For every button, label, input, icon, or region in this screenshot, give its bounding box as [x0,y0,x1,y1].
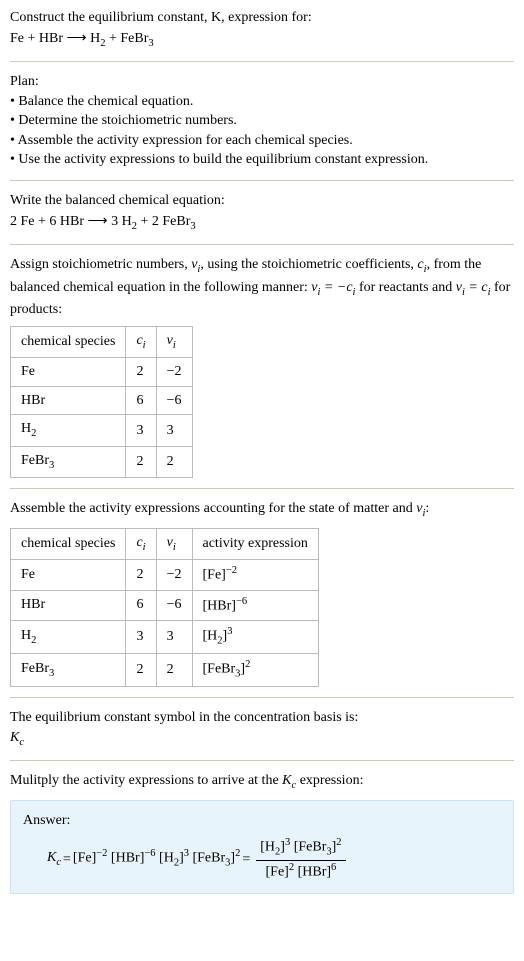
kc-symbol: Kc [10,728,514,750]
table-row: FeBr3 2 2 [11,446,193,477]
multiply-block: Mulitply the activity expressions to arr… [10,771,514,893]
intro-line1: Construct the equilibrium constant, K, e… [10,8,514,28]
cell-nu: −2 [156,560,192,590]
assign-block: Assign stoichiometric numbers, νi, using… [10,255,514,478]
col-c: ci [126,528,156,559]
cell-species: HBr [11,386,126,415]
symbol-block: The equilibrium constant symbol in the c… [10,708,514,750]
intro-equation: Fe + HBr ⟶ H2 + FeBr3 [10,28,514,51]
cell-c: 2 [126,653,156,686]
divider [10,697,514,698]
cell-nu: 3 [156,415,192,446]
col-species: chemical species [11,326,126,357]
cell-c: 6 [126,590,156,620]
col-nu: νi [156,528,192,559]
cell-species: FeBr3 [11,446,126,477]
assemble-text: : [425,501,429,516]
cell-nu: −2 [156,358,192,387]
assemble-text: Assemble the activity expressions accoun… [10,501,416,516]
divider [10,244,514,245]
relation: νi = −ci [311,280,355,295]
flat-expression: [Fe]−2 [HBr]−6 [H2]3 [FeBr3]2 [73,847,240,871]
denominator: [Fe]2 [HBr]6 [262,861,341,882]
relation: νi = ci [456,280,491,295]
cell-species: FeBr3 [11,653,126,686]
cell-species: H2 [11,620,126,653]
cell-species: HBr [11,590,126,620]
plan-item: • Determine the stoichiometric numbers. [10,111,514,131]
plan-item: • Assemble the activity expression for e… [10,131,514,151]
assign-text: , using the stoichiometric coefficients, [200,257,417,272]
cell-c: 2 [126,560,156,590]
table-row: Fe 2 −2 [Fe]−2 [11,560,319,590]
kc-symbol: Kc [47,848,61,870]
assemble-block: Assemble the activity expressions accoun… [10,499,514,687]
table-header-row: chemical species ci νi activity expressi… [11,528,319,559]
answer-box: Answer: Kc = [Fe]−2 [HBr]−6 [H2]3 [FeBr3… [10,800,514,894]
table-row: H2 3 3 [H2]3 [11,620,319,653]
cell-c: 2 [126,446,156,477]
plan-block: Plan: • Balance the chemical equation. •… [10,72,514,170]
cell-activity: [Fe]−2 [192,560,318,590]
intro-text: Construct the equilibrium constant, K, e… [10,10,312,25]
multiply-text: expression: [296,773,363,788]
assign-text: for reactants and [355,280,455,295]
plan-item: • Use the activity expressions to build … [10,150,514,170]
cell-c: 3 [126,415,156,446]
cell-nu: 2 [156,653,192,686]
table-row: FeBr3 2 2 [FeBr3]2 [11,653,319,686]
plan-heading: Plan: [10,72,514,92]
table-row: HBr 6 −6 [11,386,193,415]
col-species: chemical species [11,528,126,559]
cell-activity: [HBr]−6 [192,590,318,620]
col-nu: νi [156,326,192,357]
cell-activity: [H2]3 [192,620,318,653]
table-header-row: chemical species ci νi [11,326,193,357]
cell-c: 2 [126,358,156,387]
cell-activity: [FeBr3]2 [192,653,318,686]
fraction: [H2]3 [FeBr3]2 [Fe]2 [HBr]6 [256,836,345,882]
divider [10,180,514,181]
assign-text: Assign stoichiometric numbers, [10,257,191,272]
divider [10,61,514,62]
cell-nu: −6 [156,590,192,620]
cell-c: 6 [126,386,156,415]
table-row: HBr 6 −6 [HBr]−6 [11,590,319,620]
cell-species: Fe [11,358,126,387]
stoich-table: chemical species ci νi Fe 2 −2 HBr 6 −6 … [10,326,193,479]
divider [10,488,514,489]
intro-block: Construct the equilibrium constant, K, e… [10,8,514,51]
nu-symbol: νi [191,257,200,272]
cell-nu: −6 [156,386,192,415]
answer-label: Answer: [23,811,501,831]
cell-c: 3 [126,620,156,653]
symbol-text: The equilibrium constant symbol in the c… [10,708,514,728]
activity-table: chemical species ci νi activity expressi… [10,528,319,687]
col-activity: activity expression [192,528,318,559]
numerator: [H2]3 [FeBr3]2 [256,836,345,860]
kc-symbol: Kc [282,773,296,788]
table-row: H2 3 3 [11,415,193,446]
cell-species: Fe [11,560,126,590]
equals: = [63,850,71,870]
col-c: ci [126,326,156,357]
divider [10,760,514,761]
cell-species: H2 [11,415,126,446]
plan-item: • Balance the chemical equation. [10,92,514,112]
table-row: Fe 2 −2 [11,358,193,387]
cell-nu: 3 [156,620,192,653]
multiply-text: Mulitply the activity expressions to arr… [10,773,282,788]
balanced-equation: 2 Fe + 6 HBr ⟶ 3 H2 + 2 FeBr3 [10,211,514,234]
balanced-block: Write the balanced chemical equation: 2 … [10,191,514,234]
kc-expression: Kc = [Fe]−2 [HBr]−6 [H2]3 [FeBr3]2 = [H2… [23,836,501,882]
cell-nu: 2 [156,446,192,477]
c-symbol: ci [417,257,426,272]
balanced-heading: Write the balanced chemical equation: [10,191,514,211]
equals: = [242,850,250,870]
